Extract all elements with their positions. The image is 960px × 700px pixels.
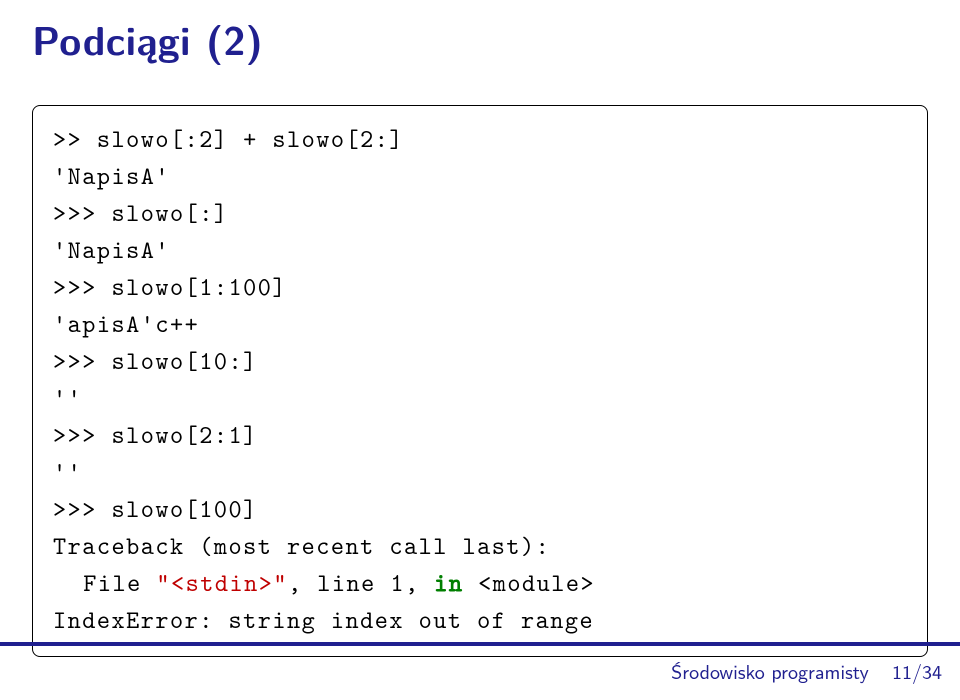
code-text: <module> xyxy=(464,566,596,599)
code-line: >>> slowo[2:1] xyxy=(53,416,907,453)
code-text: , line 1, xyxy=(288,566,434,599)
code-line: >> slowo[:2] + slowo[2:] xyxy=(53,120,907,157)
slide-title: Podciągi (2) xyxy=(32,10,263,67)
code-line: 'apisA'c++ xyxy=(53,305,907,342)
footer-label: Środowisko programisty xyxy=(671,657,869,686)
code-line: '' xyxy=(53,453,907,490)
code-line: >>> slowo[10:] xyxy=(53,342,907,379)
code-line: >>> slowo[1:100] xyxy=(53,268,907,305)
footer-divider xyxy=(0,642,960,646)
code-block: >> slowo[:2] + slowo[2:] 'NapisA' >>> sl… xyxy=(32,105,928,657)
code-line: 'NapisA' xyxy=(53,231,907,268)
code-string: "<stdin>" xyxy=(156,566,288,599)
code-line: >>> slowo[100] xyxy=(53,490,907,527)
code-line: >>> slowo[:] xyxy=(53,194,907,231)
code-keyword: in xyxy=(434,566,463,599)
code-line: 'NapisA' xyxy=(53,157,907,194)
code-text: File xyxy=(83,566,156,599)
code-line: IndexError: string index out of range xyxy=(53,601,907,638)
code-line: Traceback (most recent call last): xyxy=(53,527,907,564)
code-line: File "<stdin>", line 1, in <module> xyxy=(53,564,907,601)
code-line: '' xyxy=(53,379,907,416)
footer: Środowisko programisty 11/34 xyxy=(671,657,942,686)
footer-page: 11/34 xyxy=(892,657,942,686)
